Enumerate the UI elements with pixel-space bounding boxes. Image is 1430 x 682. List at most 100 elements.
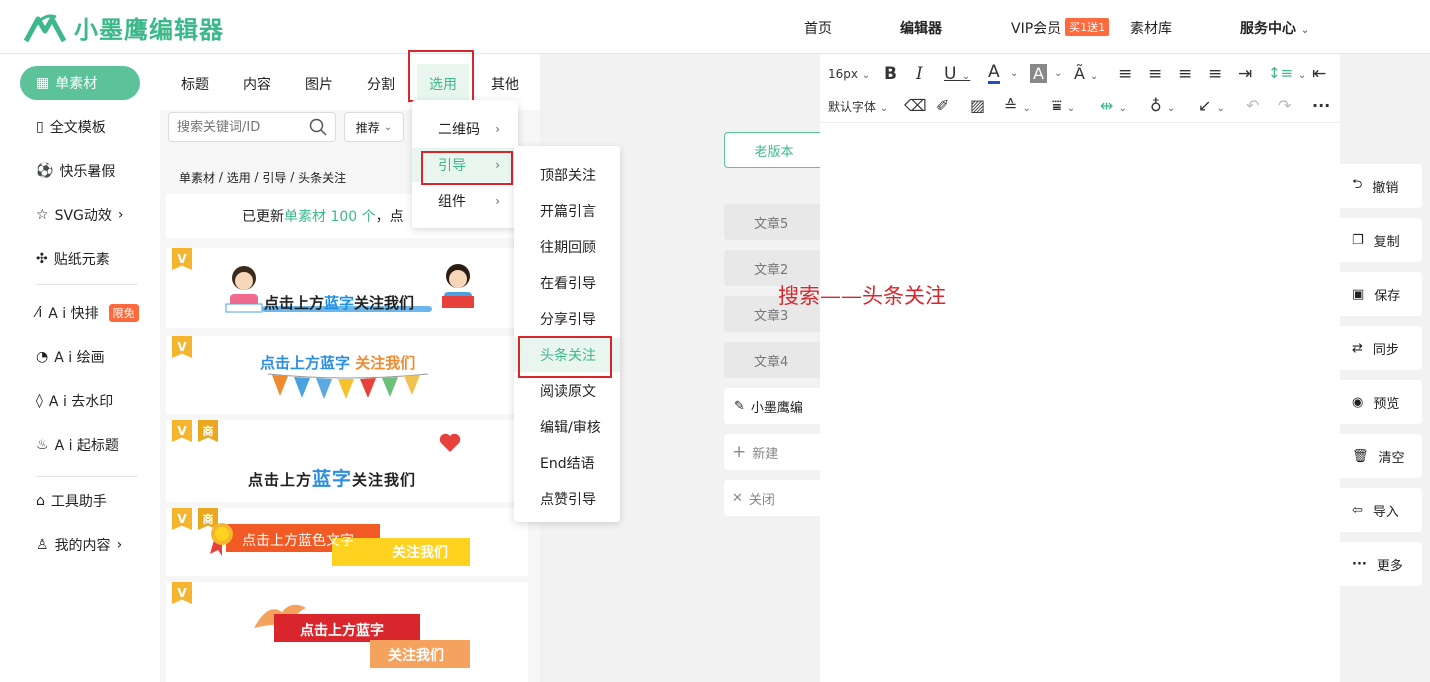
material-card[interactable]: V 点击上方蓝字 关注我们 [166,582,528,682]
nav-home[interactable]: 首页 [804,18,832,38]
eraser-icon[interactable]: ⌫ [904,96,927,115]
tab-content[interactable]: 内容 [243,74,271,94]
format-brush-icon[interactable]: ✐ [936,96,949,115]
menu-item-qrcode[interactable]: 二维码 › [412,112,518,146]
submenu-item[interactable]: 分享引导 [514,302,620,336]
align-center-icon[interactable]: ≡ [1148,64,1162,84]
submenu-item[interactable]: 顶部关注 [514,158,620,192]
align-right-icon[interactable]: ≡ [1178,64,1192,84]
tab-image[interactable]: 图片 [305,74,333,94]
material-card[interactable]: V 商 点击上方蓝字关注我们 [166,420,528,502]
submenu-item[interactable]: 往期回顾 [514,230,620,264]
nav-editor[interactable]: 编辑器 [900,18,942,38]
editor-area[interactable]: 16px ⌄ B I U ⌄ A ⌄ A ⌄ Ã ⌄ ≡ ≡ ≡ ≡ ⇥ ↕≡ ⌄ … [820,54,1340,682]
save-button[interactable]: ▣ 保存 [1340,272,1422,316]
chevron-down-icon: ⌄ [383,121,393,133]
submenu-item[interactable]: 点赞引导 [514,482,620,516]
search-input[interactable] [169,113,299,141]
close-icon: ✕ [732,490,743,506]
margin-icon[interactable]: ⇹ ⌄ [1100,96,1127,115]
fire-icon: ♨ [36,437,49,453]
image-icon[interactable]: ▨ [970,96,985,115]
sidebar-item-ai-layout[interactable]: ⁄i A i 快排 限免 [20,296,140,330]
notice-highlight[interactable]: 单素材 100 个 [284,206,376,226]
arrow-icon[interactable]: ↙ ⌄ [1198,96,1225,115]
bg-color-icon[interactable]: A [1030,64,1047,83]
sidebar-item-label: A i 绘画 [54,350,105,366]
sidebar-item-stickers[interactable]: ✣ 贴纸元素 [20,242,140,276]
material-card[interactable]: V 商 点击上方蓝色文字 关注我们 [166,508,528,576]
redo-icon[interactable]: ↷ [1278,96,1291,115]
font-family-select[interactable]: 默认字体 ⌄ [828,98,888,115]
sidebar-item-single-material[interactable]: ▦ 单素材 [20,66,140,100]
article-tab-current[interactable]: ✎ 小墨鹰编 [724,388,824,424]
import-button[interactable]: ⇦ 导入 [1340,488,1422,532]
new-article-button[interactable]: + 新建 [724,434,824,470]
close-article-button[interactable]: ✕ 关闭 [724,480,824,516]
undo-icon[interactable]: ↶ [1246,96,1259,115]
exit-icon[interactable]: ⇤ [1312,64,1326,84]
action-label: 撤销 [1372,180,1399,196]
text-spacing-icon[interactable]: ⩸ ⌄ [1052,96,1075,116]
submenu-item[interactable]: 编辑/审核 [514,410,620,444]
submenu-item[interactable]: 开篇引言 [514,194,620,228]
submenu-item[interactable]: 阅读原文 [514,374,620,408]
paragraph-spacing-icon[interactable]: ≙ ⌄ [1004,96,1031,115]
line-height-icon[interactable]: ↕≡ ⌄ [1268,64,1306,82]
align-left-icon[interactable]: ≡ [1118,64,1132,84]
more-icon[interactable]: ··· [1312,96,1330,115]
font-size-select[interactable]: 16px ⌄ [828,67,870,81]
align-justify-icon[interactable]: ≡ [1208,64,1222,84]
clear-button[interactable]: 🗑 清空 [1340,434,1422,478]
submenu-item[interactable]: End结语 [514,446,620,480]
copy-button[interactable]: ❐ 复制 [1340,218,1422,262]
sidebar-item-my-content[interactable]: ♙ 我的内容 › [20,528,140,562]
sidebar-item-tools[interactable]: ⌂ 工具助手 [20,484,140,518]
sidebar-item-ai-paint[interactable]: ◔ A i 绘画 [20,340,140,374]
material-card[interactable]: V 点击上方蓝字 关注我们 [166,336,528,414]
card-text-part: 点击上方 [264,294,325,312]
menu-item-label: 二维码 [438,122,480,138]
sidebar-item-summer[interactable]: ⚽ 快乐暑假 [20,154,140,188]
font-color-icon[interactable]: A [988,64,1000,84]
tab-title[interactable]: 标题 [181,74,209,94]
italic-icon[interactable]: I [916,64,923,84]
undo-button[interactable]: ⮌ 撤销 [1340,164,1422,208]
tab-other[interactable]: 其他 [491,74,519,94]
search-icon[interactable] [309,118,327,136]
nav-service[interactable]: 服务中心 ⌄ [1240,18,1309,38]
sidebar-item-label: 快乐暑假 [59,164,116,180]
article-tab[interactable]: 文章5 [724,204,824,240]
old-version-button[interactable]: 老版本 [724,132,824,168]
nav-materials[interactable]: 素材库 [1130,18,1172,38]
tab-divider[interactable]: 分割 [367,74,395,94]
chevron-down-icon[interactable]: ⌄ [1010,68,1018,79]
material-card[interactable]: V 点击上方蓝字关注我们 [166,248,528,328]
nav-vip[interactable]: VIP会员 买1送1 [1011,18,1110,38]
import-icon: ⇦ [1352,502,1363,518]
breadcrumb-item[interactable]: 引导 [262,169,286,186]
bulb-icon[interactable]: ♁ ⌄ [1150,96,1175,115]
sidebar-item-full-template[interactable]: ▯ 全文模板 [20,110,140,144]
chevron-right-icon: › [495,194,500,208]
more-button[interactable]: ··· 更多 [1340,542,1422,586]
submenu-item[interactable]: 在看引导 [514,266,620,300]
menu-item-component[interactable]: 组件 › [412,184,518,218]
article-tab[interactable]: 文章4 [724,342,824,378]
user-icon: ♙ [36,537,49,553]
logo[interactable]: 小墨鹰编辑器 [22,10,224,45]
breadcrumb-item[interactable]: 选用 [227,169,251,186]
sort-label: 推荐 [355,120,380,135]
indent-icon[interactable]: ⇥ [1238,64,1252,84]
breadcrumb-item[interactable]: 单素材 [179,169,215,186]
underline-icon[interactable]: U ⌄ [944,64,970,84]
sidebar-item-ai-title[interactable]: ♨ A i 起标题 [20,428,140,462]
preview-button[interactable]: ◉ 预览 [1340,380,1422,424]
sidebar-item-ai-watermark[interactable]: ◊ A i 去水印 [20,384,140,418]
bold-icon[interactable]: B [884,64,897,84]
chevron-down-icon[interactable]: ⌄ [1054,68,1062,79]
text-effect-icon[interactable]: Ã ⌄ [1074,64,1098,83]
sync-button[interactable]: ⇄ 同步 [1340,326,1422,370]
sidebar-item-svg[interactable]: ☆ SVG动效 › [20,198,140,232]
sort-select[interactable]: 推荐 ⌄ [344,112,404,142]
